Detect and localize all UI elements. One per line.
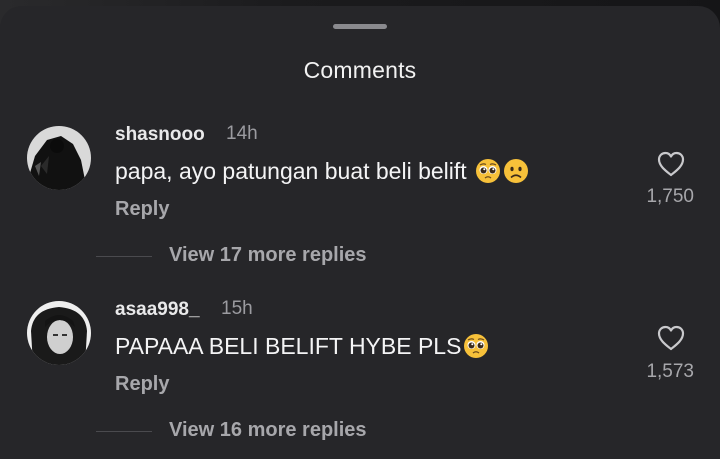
comment-text: papa, ayo patungan buat beli belift: [115, 158, 529, 190]
pleading-face-icon: [475, 158, 501, 190]
comments-sheet: Comments shasnooo 14h papa, ayo patungan…: [0, 6, 720, 459]
sheet-title: Comments: [303, 57, 417, 83]
reply-button[interactable]: Reply: [115, 373, 169, 396]
like-count: 1,573: [646, 361, 694, 382]
comment-time: 15h: [221, 298, 253, 319]
heart-icon[interactable]: [656, 150, 686, 178]
comment-username[interactable]: asaa998_: [115, 299, 200, 321]
frowning-face-icon: [503, 158, 529, 190]
like-count: 1,750: [646, 186, 694, 207]
comment-item: asaa998_ 15h PAPAAA BELI BELIFT HYBE PLS…: [0, 289, 720, 459]
comment-username[interactable]: shasnooo: [115, 124, 205, 146]
heart-icon[interactable]: [656, 324, 686, 352]
drag-handle[interactable]: [333, 24, 387, 29]
pleading-face-icon: [463, 333, 489, 365]
view-more-replies-button[interactable]: View 17 more replies: [169, 244, 367, 267]
comment-text-body: PAPAAA BELI BELIFT HYBE PLS: [115, 333, 462, 359]
comment-time: 14h: [226, 123, 258, 144]
avatar[interactable]: [27, 126, 91, 190]
comment-text-body: papa, ayo patungan buat beli belift: [115, 158, 467, 184]
replies-divider: [96, 431, 152, 432]
avatar[interactable]: [27, 301, 91, 365]
replies-divider: [96, 256, 152, 257]
reply-button[interactable]: Reply: [115, 198, 169, 221]
comment-text: PAPAAA BELI BELIFT HYBE PLS: [115, 333, 489, 365]
comment-item: shasnooo 14h papa, ayo patungan buat bel…: [0, 114, 720, 284]
view-more-replies-button[interactable]: View 16 more replies: [169, 419, 367, 442]
